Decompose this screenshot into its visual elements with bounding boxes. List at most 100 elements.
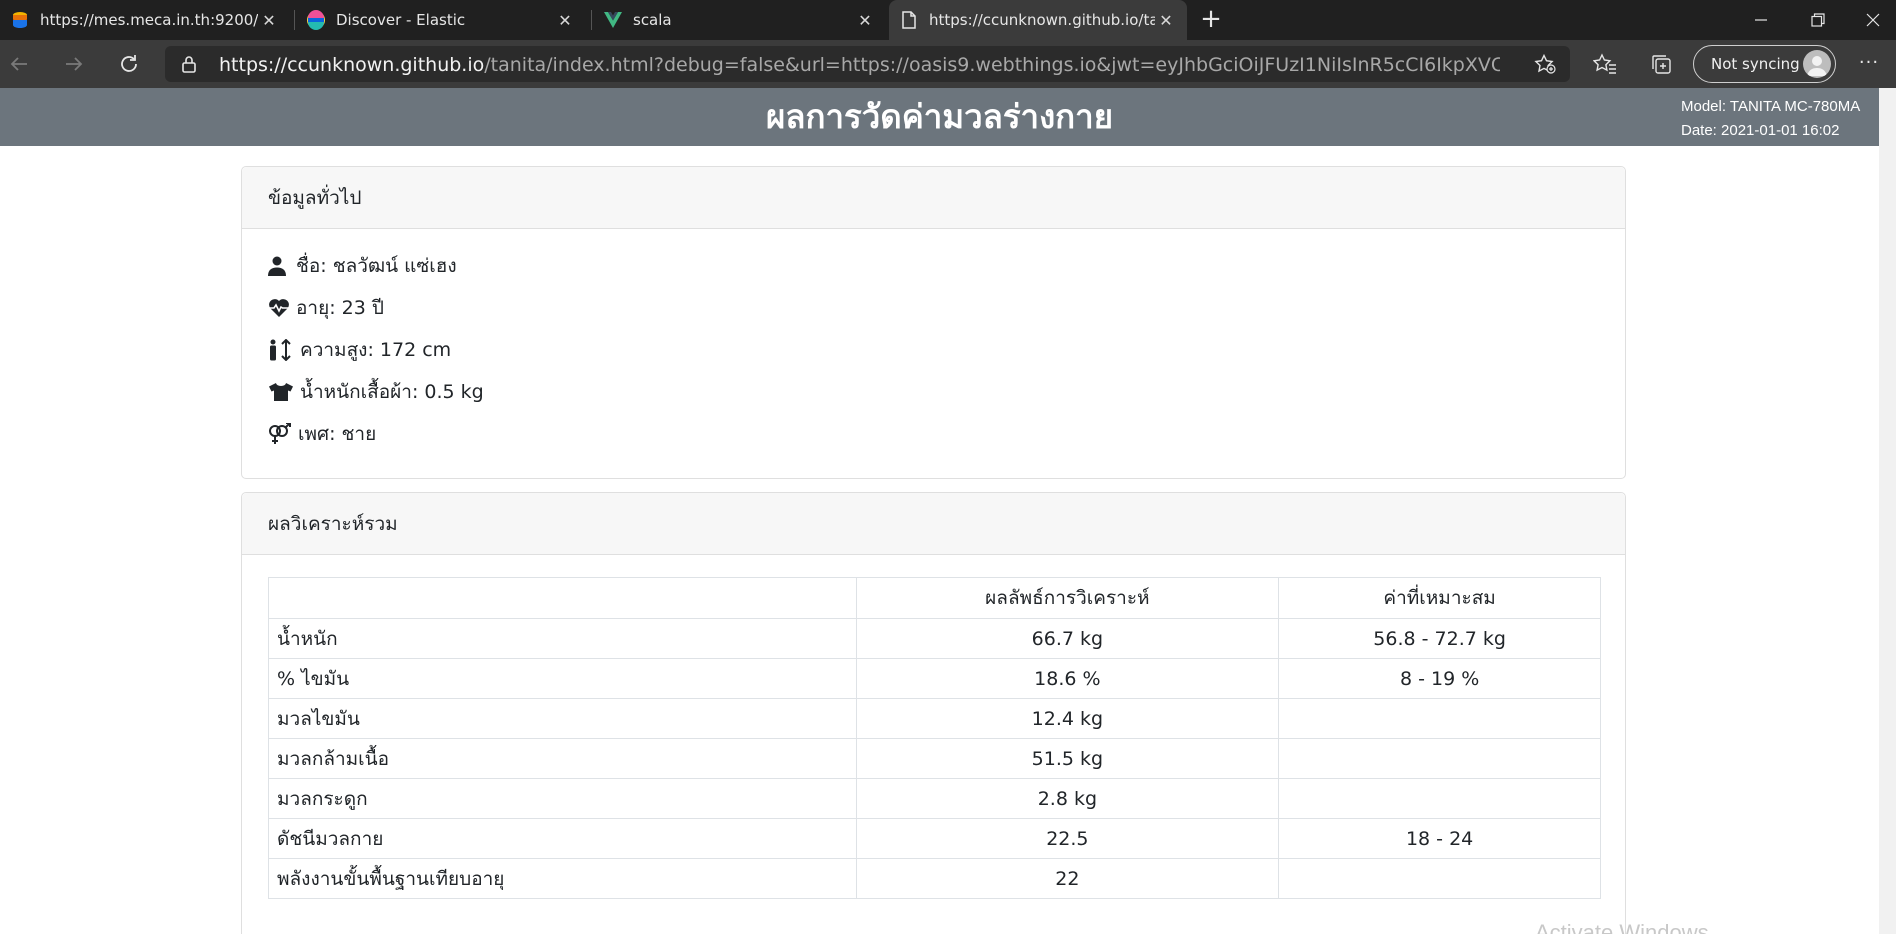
metric-range: 18 - 24 xyxy=(1278,818,1601,859)
metric-range xyxy=(1278,738,1601,779)
column-header xyxy=(268,577,857,619)
forward-button[interactable] xyxy=(57,48,91,80)
minimize-icon xyxy=(1755,19,1767,21)
url-text[interactable]: https://ccunknown.github.io/tanita/index… xyxy=(219,53,1500,77)
table-row: % ไขมัน 18.6 % 8 - 19 % xyxy=(268,658,1601,699)
column-header: ค่าที่เหมาะสม xyxy=(1278,577,1601,619)
page-viewport: ผลการวัดค่ามวลร่างกาย Model: TANITA MC-7… xyxy=(0,88,1896,934)
analysis-title: ผลวิเคราะห์รวม xyxy=(242,493,1625,555)
favorites-button[interactable] xyxy=(1592,52,1618,76)
metric-value: 12.4 kg xyxy=(855,698,1280,739)
add-favorite-icon[interactable] xyxy=(1534,54,1556,74)
profile-avatar-icon xyxy=(1803,50,1831,78)
metric-name: มวลกล้ามเนื้อ xyxy=(268,738,857,779)
url-host: https://ccunknown.github.io xyxy=(219,54,485,76)
info-age: อายุ: 23 ปี xyxy=(268,294,384,322)
metric-range xyxy=(1278,778,1601,819)
metric-name: น้ำหนัก xyxy=(268,618,857,659)
metric-value: 2.8 kg xyxy=(855,778,1280,819)
tab-mes[interactable]: https://mes.meca.in.th:9200/pak ✕ xyxy=(0,0,290,40)
page-icon xyxy=(902,11,916,29)
url-bar[interactable]: https://ccunknown.github.io/tanita/index… xyxy=(165,46,1570,82)
table-row: มวลกระดูก 2.8 kg xyxy=(268,778,1601,819)
page-header: ผลการวัดค่ามวลร่างกาย Model: TANITA MC-7… xyxy=(0,88,1879,146)
metric-value: 22 xyxy=(855,858,1280,899)
info-clothes: น้ำหนักเสื้อผ้า: 0.5 kg xyxy=(268,378,484,406)
close-icon xyxy=(1866,13,1880,27)
favorites-icon xyxy=(1593,53,1616,74)
minimize-button[interactable] xyxy=(1738,0,1784,40)
table-row: ดัชนีมวลกาย 22.5 18 - 24 xyxy=(268,818,1601,859)
metric-name: มวลกระดูก xyxy=(268,778,857,819)
table-header-row: ผลลัพธ์การวิเคราะห์ ค่าที่เหมาะสม xyxy=(268,577,1601,619)
tab-strip: https://mes.meca.in.th:9200/pak ✕ Discov… xyxy=(0,0,1896,40)
close-icon[interactable]: ✕ xyxy=(258,9,280,31)
tab-separator xyxy=(591,10,592,30)
url-path: /tanita/index.html?debug=false&url=https… xyxy=(484,54,1500,76)
metric-value: 18.6 % xyxy=(855,658,1280,699)
tab-elastic[interactable]: Discover - Elastic ✕ xyxy=(296,0,586,40)
general-info-title: ข้อมูลทั่วไป xyxy=(242,167,1625,229)
vertical-scrollbar[interactable] xyxy=(1879,88,1896,934)
info-height-text: ความสูง: 172 cm xyxy=(300,339,452,361)
refresh-icon xyxy=(121,55,137,72)
info-gender-text: เพศ: ชาย xyxy=(298,423,377,445)
column-header: ผลลัพธ์การวิเคราะห์ xyxy=(855,577,1280,619)
table-row: น้ำหนัก 66.7 kg 56.8 - 72.7 kg xyxy=(268,618,1601,659)
general-info-card: ข้อมูลทั่วไป ชื่อ: ชลวัฒน์ แซ่เฮง อายุ: … xyxy=(241,166,1626,479)
sync-button[interactable]: Not syncing xyxy=(1693,45,1836,83)
page-title: ผลการวัดค่ามวลร่างกาย xyxy=(765,97,1114,136)
user-icon xyxy=(268,254,292,278)
more-options-button[interactable]: ··· xyxy=(1856,52,1882,76)
info-gender: เพศ: ชาย xyxy=(268,420,376,448)
close-icon[interactable]: ✕ xyxy=(1155,9,1177,31)
elastic-icon xyxy=(307,10,325,30)
info-name: ชื่อ: ชลวัฒน์ แซ่เฮง xyxy=(268,252,457,280)
metric-value: 66.7 kg xyxy=(855,618,1280,659)
collections-icon xyxy=(1652,55,1671,74)
tab-label: scala xyxy=(633,11,672,29)
close-icon[interactable]: ✕ xyxy=(854,9,876,31)
metric-range: 8 - 19 % xyxy=(1278,658,1601,699)
metric-value: 51.5 kg xyxy=(855,738,1280,779)
sync-label: Not syncing xyxy=(1711,55,1800,73)
close-icon[interactable]: ✕ xyxy=(554,9,576,31)
back-button[interactable] xyxy=(2,48,36,80)
shirt-icon xyxy=(268,380,296,404)
gender-icon xyxy=(268,422,294,446)
database-icon xyxy=(13,12,27,28)
activation-watermark: Activate Windows xyxy=(1535,920,1709,934)
table-row: พลังงานขั้นพื้นฐานเทียบอายุ 22 xyxy=(268,858,1601,899)
metric-name: % ไขมัน xyxy=(268,658,857,699)
refresh-button[interactable] xyxy=(112,48,146,80)
tab-tanita[interactable]: https://ccunknown.github.io/tani ✕ xyxy=(889,0,1187,40)
info-clothes-text: น้ำหนักเสื้อผ้า: 0.5 kg xyxy=(300,381,484,403)
tab-label: Discover - Elastic xyxy=(336,11,466,29)
restore-button[interactable] xyxy=(1795,0,1841,40)
restore-icon xyxy=(1811,13,1825,27)
vue-icon xyxy=(604,12,622,28)
metric-value: 22.5 xyxy=(855,818,1280,859)
metric-name: ดัชนีมวลกาย xyxy=(268,818,857,859)
close-window-button[interactable] xyxy=(1850,0,1896,40)
new-tab-button[interactable]: + xyxy=(1196,6,1226,34)
info-age-text: อายุ: 23 ปี xyxy=(296,297,384,319)
heartbeat-icon xyxy=(268,296,292,320)
metric-range xyxy=(1278,698,1601,739)
metric-name: มวลไขมัน xyxy=(268,698,857,739)
tab-label: https://ccunknown.github.io/tani xyxy=(929,11,1155,29)
metric-name: พลังงานขั้นพื้นฐานเทียบอายุ xyxy=(268,858,857,899)
collections-button[interactable] xyxy=(1648,52,1674,76)
arrow-left-icon xyxy=(10,57,27,71)
analysis-card: ผลวิเคราะห์รวม ผลลัพธ์การวิเคราะห์ ค่าที… xyxy=(241,492,1626,934)
device-meta: Model: TANITA MC-780MA Date: 2021-01-01 … xyxy=(1681,95,1860,143)
analysis-table: ผลลัพธ์การวิเคราะห์ ค่าที่เหมาะสม น้ำหนั… xyxy=(268,577,1601,899)
device-model: Model: TANITA MC-780MA xyxy=(1681,98,1861,115)
table-row: มวลกล้ามเนื้อ 51.5 kg xyxy=(268,738,1601,779)
info-name-text: ชื่อ: ชลวัฒน์ แซ่เฮง xyxy=(296,255,457,277)
tab-scala[interactable]: scala ✕ xyxy=(593,0,886,40)
lock-icon[interactable] xyxy=(181,55,197,73)
measure-date: Date: 2021-01-01 16:02 xyxy=(1681,122,1840,139)
metric-range xyxy=(1278,858,1601,899)
tab-separator xyxy=(294,10,295,30)
